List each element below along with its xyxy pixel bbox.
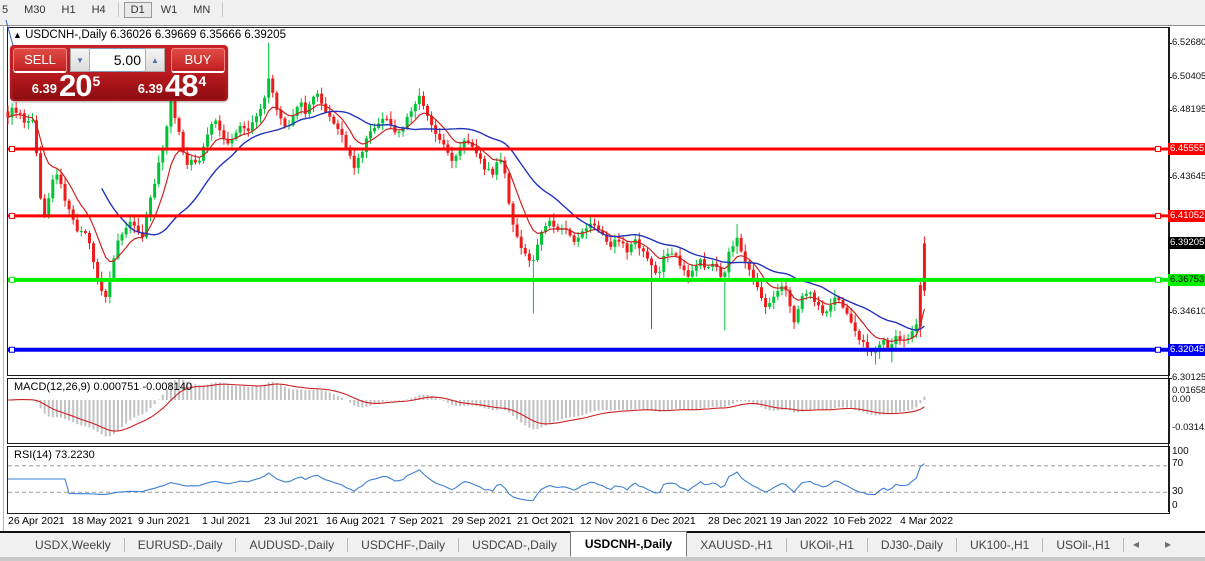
- buy-price-prefix: 6.39: [137, 81, 164, 96]
- date-axis-label: 4 Mar 2022: [900, 515, 954, 527]
- timeframe-mn-button[interactable]: MN: [186, 2, 217, 18]
- buy-price-quote[interactable]: 6.39 48 4: [119, 68, 225, 103]
- volume-input[interactable]: [90, 48, 145, 72]
- tab-scroll-right-icon[interactable]: ▸: [1165, 537, 1197, 551]
- tab-scroll-arrows[interactable]: ◂▸: [1133, 537, 1197, 551]
- tab-uk100-h1[interactable]: UK100-,H1: [957, 534, 1042, 556]
- mt4-window: 5 M30 H1 H4 D1 W1 MN ▲ USDCNH-,Daily 6.3…: [0, 0, 1205, 561]
- price-axis-tick: [1168, 76, 1172, 78]
- rsi-axis-label: 70: [1172, 458, 1184, 469]
- chart-shift-marker[interactable]: ▲: [13, 30, 22, 40]
- tab-audusd-daily[interactable]: AUDUSD-,Daily: [236, 534, 347, 556]
- price-axis[interactable]: [1168, 27, 1169, 512]
- date-axis-label: 9 Jun 2021: [138, 515, 190, 527]
- tab-separator: [1123, 538, 1125, 552]
- timeframe-m15-button[interactable]: 5: [0, 2, 15, 18]
- tab-usdx-weekly[interactable]: USDX,Weekly: [22, 534, 124, 556]
- macd-axis-label: -0.03142: [1172, 422, 1205, 433]
- date-axis-label: 21 Oct 2021: [517, 515, 575, 527]
- date-axis-label: 7 Sep 2021: [390, 515, 444, 527]
- price-axis-tick: [1168, 109, 1172, 111]
- date-axis-label: 6 Dec 2021: [642, 515, 696, 527]
- rsi-pane[interactable]: [7, 446, 1170, 514]
- current-price-tag: 6.39205: [1168, 237, 1205, 250]
- date-axis-label: 19 Jan 2022: [770, 515, 828, 527]
- timeframe-w1-button[interactable]: W1: [154, 2, 185, 18]
- date-axis-label: 23 Jul 2021: [264, 515, 319, 527]
- tab-scroll-left-icon[interactable]: ◂: [1133, 537, 1165, 551]
- window-bottom-edge: [0, 557, 1205, 561]
- volume-increase-button[interactable]: ▲: [145, 48, 165, 72]
- one-click-trading-panel: SELL ▼ ▲ BUY 6.39 20 5 6.39 48 4: [10, 45, 228, 101]
- timeframe-h1-button[interactable]: H1: [55, 2, 83, 18]
- date-axis-label: 26 Apr 2021: [8, 515, 65, 527]
- tab-xauusd-h1[interactable]: XAUUSD-,H1: [687, 534, 786, 556]
- price-axis-tick: [1168, 378, 1172, 380]
- buy-price-sup: 4: [198, 73, 207, 89]
- timeframe-m30-button[interactable]: M30: [17, 2, 52, 18]
- rsi-axis-label: 30: [1172, 486, 1184, 497]
- tab-usoil-h1[interactable]: USOil-,H1: [1043, 534, 1123, 556]
- tab-usdcad-daily[interactable]: USDCAD-,Daily: [459, 534, 570, 556]
- sell-price-big: 20: [59, 68, 92, 103]
- timeframe-d1-button[interactable]: D1: [123, 1, 152, 18]
- price-axis-label: 6.52680: [1172, 37, 1205, 49]
- price-axis-label: 6.48195: [1172, 103, 1205, 115]
- tab-dj30-daily[interactable]: DJ30-,Daily: [868, 534, 956, 556]
- hline-price-tag: 6.45555: [1168, 143, 1205, 156]
- hline-price-tag: 6.41052: [1168, 209, 1205, 222]
- hline-price-tag: 6.32045: [1168, 343, 1205, 356]
- rsi-label: RSI(14) 73.2230: [14, 449, 95, 461]
- date-axis-label: 16 Aug 2021: [326, 515, 385, 527]
- toolbar-separator: [117, 2, 119, 17]
- tab-ukoil-h1[interactable]: UKOil-,H1: [787, 534, 867, 556]
- hline-price-tag: 6.36753: [1168, 273, 1205, 286]
- price-axis-tick: [1168, 177, 1172, 179]
- window-left-edge: [3, 25, 4, 532]
- sell-price-prefix: 6.39: [31, 81, 58, 96]
- date-axis-label: 28 Dec 2021: [708, 515, 768, 527]
- price-axis-label: 6.43645: [1172, 171, 1205, 183]
- chart-ohlc-values: 6.36026 6.39669 6.35666 6.39205: [110, 29, 286, 41]
- chart-tabbar: USDX,Weekly EURUSD-,Daily AUDUSD-,Daily …: [0, 531, 1205, 557]
- rsi-axis-label: 100: [1172, 446, 1189, 457]
- tab-usdcnh-daily[interactable]: USDCNH-,Daily: [569, 531, 688, 557]
- date-axis-label: 10 Feb 2022: [833, 515, 892, 527]
- price-axis-label: 6.30125: [1172, 372, 1205, 384]
- timeframe-toolbar: 5 M30 H1 H4 D1 W1 MN: [0, 0, 1205, 19]
- tab-eurusd-daily[interactable]: EURUSD-,Daily: [125, 534, 236, 556]
- date-axis-label: 18 May 2021: [72, 515, 133, 527]
- price-axis-label: 6.50405: [1172, 70, 1205, 82]
- timeframe-h4-button[interactable]: H4: [85, 2, 113, 18]
- toolbar-divider: [0, 19, 1205, 26]
- tab-usdchf-daily[interactable]: USDCHF-,Daily: [348, 534, 458, 556]
- sell-price-quote[interactable]: 6.39 20 5: [13, 68, 119, 103]
- chart-symbol-period: USDCNH-,Daily: [25, 29, 107, 41]
- buy-price-big: 48: [165, 68, 198, 103]
- macd-label: MACD(12,26,9) 0.000751 -0.008140: [14, 381, 192, 393]
- price-axis-label: 6.34610: [1172, 305, 1205, 317]
- date-axis-label: 12 Nov 2021: [580, 515, 640, 527]
- date-axis-label: 29 Sep 2021: [452, 515, 512, 527]
- chart-title: ▲ USDCNH-,Daily 6.36026 6.39669 6.35666 …: [13, 29, 286, 41]
- sell-price-sup: 5: [92, 73, 101, 89]
- price-axis-tick: [1168, 311, 1172, 313]
- date-axis-label: 1 Jul 2021: [202, 515, 251, 527]
- rsi-axis-label: 0: [1172, 500, 1178, 511]
- price-axis-tick: [1168, 43, 1172, 45]
- toolbar-separator: [222, 2, 224, 17]
- macd-axis-label: 0.00: [1172, 394, 1191, 405]
